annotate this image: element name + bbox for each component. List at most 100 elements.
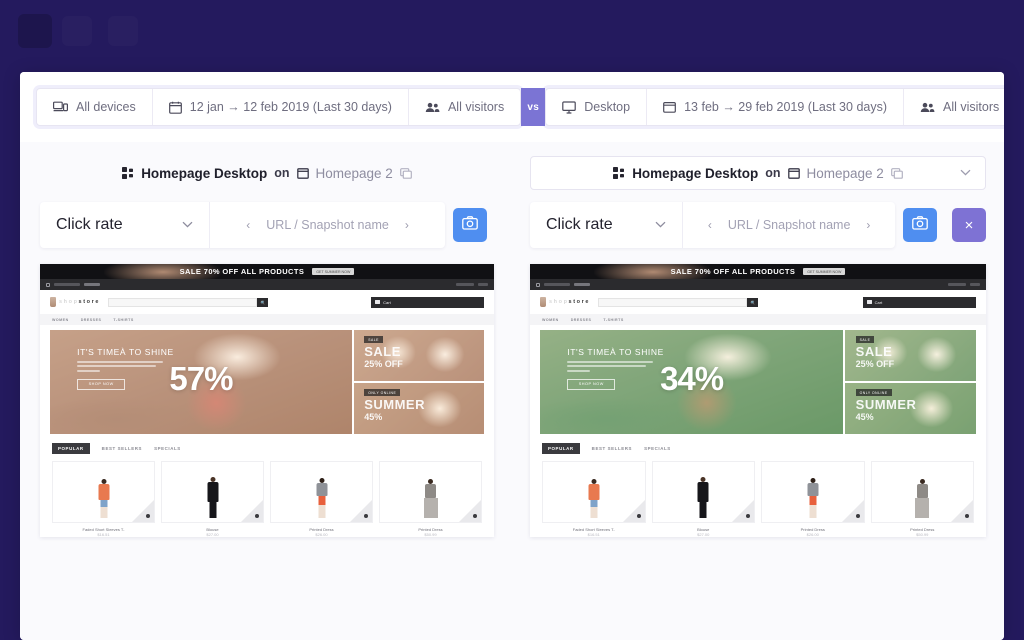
visitors-filter-a-label: All visitors bbox=[447, 99, 505, 114]
site-tab-popular-left: POPULAR bbox=[52, 443, 90, 454]
product-corner bbox=[622, 500, 645, 522]
product-image bbox=[542, 461, 646, 523]
promo-cell-1-left: SALE SALE 25% OFF bbox=[353, 330, 484, 381]
promo-line2-2-left: 45% bbox=[364, 412, 383, 423]
topbar-text-stub bbox=[456, 283, 474, 286]
date-filter-a[interactable]: 12 jan → 12 feb 2019 (Last 30 days) bbox=[151, 89, 408, 125]
snapshot-selector-left[interactable]: Homepage Desktop on Homepage 2 bbox=[122, 166, 412, 181]
product-card: Printed Dress $26.00 bbox=[270, 461, 373, 537]
camera-button-left[interactable] bbox=[453, 208, 487, 242]
site-logo-text-left: shopstore bbox=[59, 299, 100, 305]
product-card: Printed Dress $50.99 bbox=[379, 461, 482, 537]
deco-square-1 bbox=[18, 14, 52, 48]
product-image bbox=[651, 461, 755, 523]
sale-banner-chip-left: GET SUMMER NOW bbox=[312, 268, 355, 275]
site-nav-right: WOMEN DRESSES T-SHIRTS bbox=[530, 314, 986, 325]
camera-button-right[interactable] bbox=[903, 208, 937, 242]
topbar-text-stub bbox=[54, 283, 80, 286]
promo-copy-1-left: SALE SALE 25% OFF bbox=[364, 336, 403, 369]
next-snapshot-button-left[interactable]: › bbox=[405, 218, 409, 232]
prev-snapshot-button-left[interactable]: ‹ bbox=[246, 218, 250, 232]
site-topbar-account-left bbox=[456, 283, 488, 286]
promo-line2-1-left: 25% OFF bbox=[364, 359, 403, 370]
product-corner bbox=[350, 500, 372, 522]
comparison-segment-b[interactable]: Desktop 13 feb → 29 feb 2019 (Last 30 da… bbox=[545, 88, 1004, 126]
product-card: Blouse $27.00 bbox=[161, 461, 264, 537]
topbar-text-stub bbox=[478, 283, 488, 286]
window-icon bbox=[296, 167, 309, 179]
site-tabs-left: POPULAR BEST SELLERS SPECIALS bbox=[40, 439, 494, 454]
devices-icon bbox=[53, 101, 68, 113]
site-header-left: shopstore 🔍 Cart bbox=[40, 290, 494, 314]
product-figure bbox=[207, 477, 218, 518]
url-snapshot-name-left[interactable]: URL / Snapshot name bbox=[266, 218, 389, 232]
site-topbar-left bbox=[40, 279, 494, 290]
bag-icon bbox=[540, 297, 546, 307]
visitors-filter-b[interactable]: All visitors bbox=[903, 89, 1004, 125]
snapshot-preview-left[interactable]: SALE 70% OFF ALL PRODUCTS GET SUMMER NOW bbox=[40, 264, 494, 537]
metric-select-left[interactable]: Click rate bbox=[40, 202, 211, 248]
url-nav-left: ‹ URL / Snapshot name › bbox=[210, 202, 445, 248]
site-logo-left: shopstore bbox=[50, 297, 100, 307]
site-search-right: 🔍 bbox=[598, 297, 758, 307]
product-price: $26.00 bbox=[806, 532, 819, 537]
promo-cell-2-left: ONLY ONLINE SUMMER 45% bbox=[353, 383, 484, 434]
grid-icon bbox=[122, 167, 134, 179]
site-hero-left: IT'S TIMEÀ TO SHINE SHOP NOW 57% SALE SA… bbox=[50, 330, 484, 434]
copy-icon[interactable] bbox=[399, 167, 412, 179]
metric-select-right[interactable]: Click rate bbox=[530, 202, 684, 248]
panel-left: Homepage Desktop on Homepage 2 Click rat… bbox=[20, 142, 512, 640]
search-icon: 🔍 bbox=[747, 297, 758, 307]
product-quickview-icon bbox=[965, 514, 969, 518]
topbar-text-stub bbox=[84, 283, 100, 286]
site-search-input bbox=[598, 297, 747, 307]
product-image bbox=[870, 461, 974, 523]
device-filter-b[interactable]: Desktop bbox=[546, 89, 646, 125]
product-price: $16.51 bbox=[97, 532, 110, 537]
product-image bbox=[161, 461, 264, 523]
product-image bbox=[270, 461, 373, 523]
users-icon bbox=[920, 102, 935, 113]
product-quickview-icon bbox=[473, 514, 477, 518]
site-tab-popular-right: POPULAR bbox=[542, 443, 580, 454]
promo-line1-2-right: SUMMER bbox=[855, 397, 917, 413]
topbar-text-stub bbox=[970, 283, 980, 286]
camera-icon bbox=[912, 215, 928, 235]
date-filter-b[interactable]: 13 feb → 29 feb 2019 (Last 30 days) bbox=[646, 89, 903, 125]
snapshot-selector-right[interactable]: Homepage Desktop on Homepage 2 bbox=[530, 156, 986, 190]
product-quickview-icon bbox=[146, 514, 150, 518]
product-quickview-icon bbox=[855, 514, 860, 518]
site-products-left: Faded Short Sleeves T- $16.51 Blouse $27… bbox=[40, 454, 494, 537]
phone-icon bbox=[536, 282, 540, 287]
device-filter-a[interactable]: All devices bbox=[37, 89, 152, 125]
url-snapshot-name-right[interactable]: URL / Snapshot name bbox=[728, 218, 851, 232]
comparison-segment-a[interactable]: All devices 12 jan → 12 feb 2019 (Last 3… bbox=[36, 88, 522, 126]
panel-right-toolbar: Click rate ‹ URL / Snapshot name › × bbox=[530, 202, 986, 248]
panel-left-title-row: Homepage Desktop on Homepage 2 bbox=[40, 156, 494, 190]
grid-icon bbox=[613, 167, 625, 179]
copy-icon[interactable] bbox=[890, 167, 903, 179]
prev-snapshot-button-right[interactable]: ‹ bbox=[708, 218, 712, 232]
product-card: Faded Short Sleeves T- $16.51 bbox=[52, 461, 155, 537]
chevron-down-icon bbox=[655, 219, 666, 231]
promo-tag-1-left: SALE bbox=[364, 336, 383, 344]
promo-tag-2-left: ONLY ONLINE bbox=[364, 389, 401, 397]
snapshot-preview-right[interactable]: SALE 70% OFF ALL PRODUCTS GET SUMMER NOW bbox=[530, 264, 986, 537]
site-hero-right: IT'S TIMEÀ TO SHINE SHOP NOW 34% SALE SA… bbox=[540, 330, 976, 434]
window-icon bbox=[787, 167, 800, 179]
next-snapshot-button-right[interactable]: › bbox=[866, 218, 870, 232]
promo-tag-1-right: SALE bbox=[855, 336, 875, 344]
topbar-text-stub bbox=[574, 283, 590, 286]
calendar-icon bbox=[168, 101, 182, 114]
site-search-input bbox=[108, 297, 257, 307]
product-image bbox=[761, 461, 865, 523]
bag-icon bbox=[50, 297, 56, 307]
site-sale-banner-right: SALE 70% OFF ALL PRODUCTS GET SUMMER NOW bbox=[530, 264, 986, 279]
product-corner bbox=[951, 500, 973, 522]
promo-cell-2-right: ONLY ONLINE SUMMER 45% bbox=[845, 383, 976, 434]
panel-left-toolbar: Click rate ‹ URL / Snapshot name › bbox=[40, 202, 494, 248]
close-comparison-button[interactable]: × bbox=[952, 208, 986, 242]
date-filter-a-label: 12 jan → 12 feb 2019 (Last 30 days) bbox=[189, 99, 392, 114]
visitors-filter-a[interactable]: All visitors bbox=[407, 89, 520, 125]
on-label-left: on bbox=[274, 166, 290, 180]
